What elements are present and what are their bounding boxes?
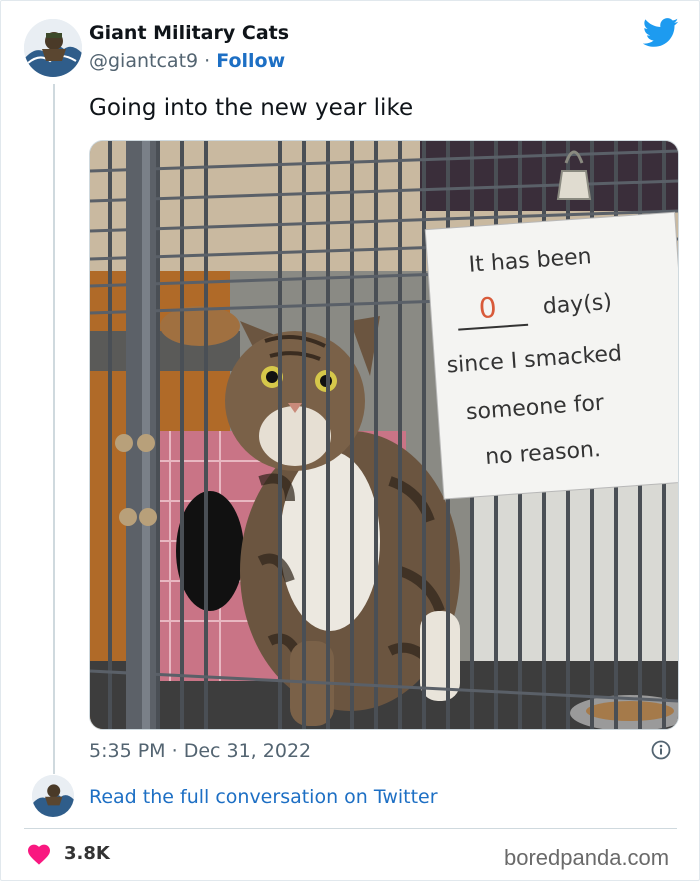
tweet-photo[interactable]: It has been 0 day(s) since I smacked som… — [89, 140, 679, 730]
thread-line — [53, 84, 55, 774]
watermark: boredpanda.com — [504, 845, 670, 870]
read-conversation-link[interactable]: Read the full conversation on Twitter — [89, 786, 438, 808]
divider — [24, 828, 677, 829]
timestamp-row[interactable]: 5:35 PM · Dec 31, 2022 — [89, 740, 311, 762]
handle-row: @giantcat9 · Follow — [89, 50, 285, 72]
info-icon[interactable] — [651, 740, 671, 760]
author-name[interactable]: Giant Military Cats — [89, 22, 289, 44]
tweet-date: Dec 31, 2022 — [183, 740, 312, 762]
tweet-text: Going into the new year like — [89, 95, 414, 121]
reply-avatar — [32, 775, 74, 817]
author-handle[interactable]: @giantcat9 — [89, 50, 198, 72]
separator-dot: · — [204, 50, 211, 72]
sign-line-2: day(s) — [542, 290, 613, 320]
tweet-time: 5:35 PM — [89, 740, 166, 762]
likes-count[interactable]: 3.8K — [64, 843, 110, 864]
twitter-bird-icon[interactable] — [643, 18, 679, 48]
heart-icon[interactable] — [27, 843, 51, 865]
author-avatar[interactable] — [24, 19, 82, 77]
separator-dot-2: · — [171, 740, 178, 762]
sign-count: 0 — [478, 291, 498, 325]
follow-button[interactable]: Follow — [216, 50, 285, 72]
